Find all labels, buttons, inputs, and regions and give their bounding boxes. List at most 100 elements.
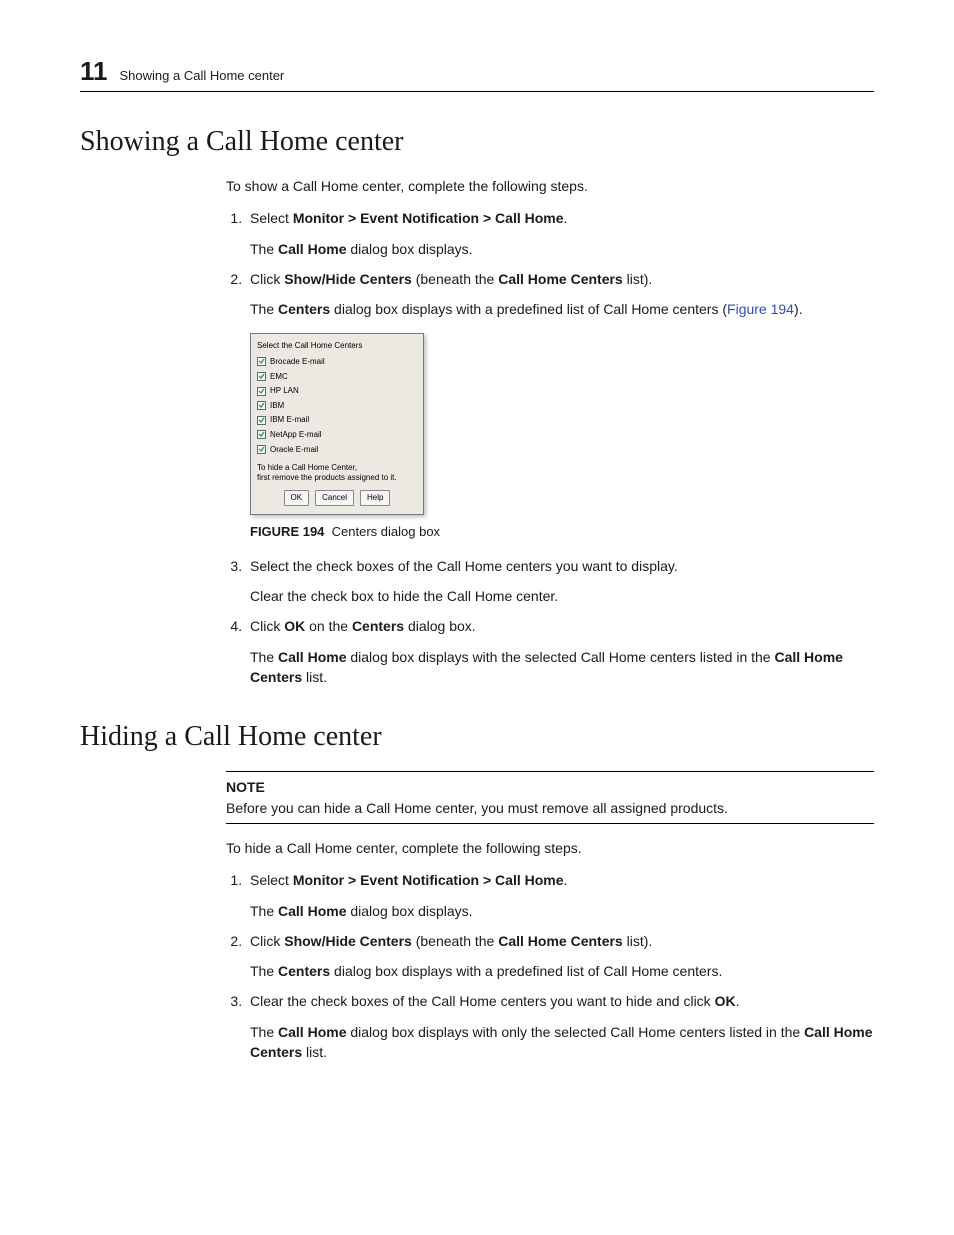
dialog-caption: Select the Call Home Centers bbox=[257, 340, 417, 352]
text: list). bbox=[623, 933, 653, 949]
help-button[interactable]: Help bbox=[360, 490, 390, 506]
checkbox-icon[interactable] bbox=[257, 357, 266, 366]
text: dialog box displays with a predefined li… bbox=[330, 301, 727, 317]
step-2: Click Show/Hide Centers (beneath the Cal… bbox=[246, 931, 874, 982]
intro: To show a Call Home center, complete the… bbox=[226, 176, 874, 196]
centers-dialog: Select the Call Home Centers Brocade E-m… bbox=[250, 333, 424, 515]
text: . bbox=[564, 872, 568, 888]
text: The bbox=[250, 903, 278, 919]
term: Call Home Centers bbox=[498, 933, 622, 949]
intro: To hide a Call Home center, complete the… bbox=[226, 838, 874, 858]
list-item: Oracle E-mail bbox=[257, 444, 417, 456]
term: Show/Hide Centers bbox=[284, 271, 412, 287]
text: dialog box displays with a predefined li… bbox=[330, 963, 722, 979]
text: . bbox=[564, 210, 568, 226]
running-title: Showing a Call Home center bbox=[120, 68, 285, 83]
term: Show/Hide Centers bbox=[284, 933, 412, 949]
step-1: Select Monitor > Event Notification > Ca… bbox=[246, 208, 874, 259]
term: OK bbox=[715, 993, 736, 1009]
list-item: IBM E-mail bbox=[257, 414, 417, 426]
checkbox-icon[interactable] bbox=[257, 445, 266, 454]
checkbox-icon[interactable] bbox=[257, 416, 266, 425]
text: Select the check boxes of the Call Home … bbox=[250, 556, 874, 576]
term: Call Home bbox=[278, 903, 346, 919]
cancel-button[interactable]: Cancel bbox=[315, 490, 354, 506]
step-1: Select Monitor > Event Notification > Ca… bbox=[246, 870, 874, 921]
note-block: NOTE Before you can hide a Call Home cen… bbox=[226, 771, 874, 824]
text: list. bbox=[302, 669, 327, 685]
checkbox-label: Brocade E-mail bbox=[270, 356, 325, 368]
text: ). bbox=[794, 301, 803, 317]
checkbox-label: NetApp E-mail bbox=[270, 429, 322, 441]
term: Call Home bbox=[278, 1024, 346, 1040]
term: Call Home Centers bbox=[498, 271, 622, 287]
checkbox-label: IBM E-mail bbox=[270, 414, 309, 426]
figure-link[interactable]: Figure 194 bbox=[727, 301, 794, 317]
checkbox-icon[interactable] bbox=[257, 372, 266, 381]
note-label: NOTE bbox=[226, 777, 874, 797]
text: first remove the products assigned to it… bbox=[257, 473, 417, 483]
text: The bbox=[250, 963, 278, 979]
text: Click bbox=[250, 933, 284, 949]
text: The bbox=[250, 649, 278, 665]
note-text: Before you can hide a Call Home center, … bbox=[226, 798, 874, 818]
text: To hide a Call Home Center, bbox=[257, 463, 417, 473]
text: Select bbox=[250, 210, 293, 226]
step-2: Click Show/Hide Centers (beneath the Cal… bbox=[246, 269, 874, 542]
step-4: Click OK on the Centers dialog box. The … bbox=[246, 616, 874, 687]
term: Call Home bbox=[278, 649, 346, 665]
checkbox-label: IBM bbox=[270, 400, 284, 412]
checkbox-icon[interactable] bbox=[257, 401, 266, 410]
text: (beneath the bbox=[412, 271, 498, 287]
text: on the bbox=[305, 618, 352, 634]
checkbox-label: Oracle E-mail bbox=[270, 444, 318, 456]
text: Clear the check boxes of the Call Home c… bbox=[250, 993, 715, 1009]
figure-title: Centers dialog box bbox=[332, 524, 440, 539]
text: dialog box. bbox=[404, 618, 476, 634]
text: list. bbox=[302, 1044, 327, 1060]
list-item: NetApp E-mail bbox=[257, 429, 417, 441]
term: Centers bbox=[278, 301, 330, 317]
text: (beneath the bbox=[412, 933, 498, 949]
text: dialog box displays. bbox=[346, 903, 472, 919]
text: Select bbox=[250, 872, 293, 888]
page: 11 Showing a Call Home center Showing a … bbox=[0, 0, 954, 1152]
list-item: Brocade E-mail bbox=[257, 356, 417, 368]
checkbox-list: Brocade E-mail EMC HP LAN IBM IBM E-mail… bbox=[257, 356, 417, 455]
section-heading: Hiding a Call Home center bbox=[80, 721, 874, 753]
checkbox-label: HP LAN bbox=[270, 385, 299, 397]
text: Clear the check box to hide the Call Hom… bbox=[250, 586, 874, 606]
list-item: HP LAN bbox=[257, 385, 417, 397]
term: Centers bbox=[278, 963, 330, 979]
list-item: EMC bbox=[257, 371, 417, 383]
text: The bbox=[250, 301, 278, 317]
steps-list: Select Monitor > Event Notification > Ca… bbox=[226, 208, 874, 687]
text: The bbox=[250, 241, 278, 257]
term: Call Home bbox=[278, 241, 346, 257]
figure: Select the Call Home Centers Brocade E-m… bbox=[250, 333, 874, 515]
text: . bbox=[736, 993, 740, 1009]
text: Click bbox=[250, 618, 284, 634]
text: Click bbox=[250, 271, 284, 287]
term: OK bbox=[284, 618, 305, 634]
figure-number: FIGURE 194 bbox=[250, 524, 324, 539]
term: Centers bbox=[352, 618, 404, 634]
step-3: Select the check boxes of the Call Home … bbox=[246, 556, 874, 607]
section-heading: Showing a Call Home center bbox=[80, 126, 874, 158]
steps-list: Select Monitor > Event Notification > Ca… bbox=[226, 870, 874, 1062]
checkbox-icon[interactable] bbox=[257, 430, 266, 439]
text: list). bbox=[623, 271, 653, 287]
ok-button[interactable]: OK bbox=[284, 490, 310, 506]
menu-path: Monitor > Event Notification > Call Home bbox=[293, 872, 564, 888]
text: dialog box displays. bbox=[346, 241, 472, 257]
dialog-note: To hide a Call Home Center, first remove… bbox=[257, 463, 417, 482]
chapter-number: 11 bbox=[80, 56, 108, 87]
text: The bbox=[250, 1024, 278, 1040]
step-3: Clear the check boxes of the Call Home c… bbox=[246, 991, 874, 1062]
running-header: 11 Showing a Call Home center bbox=[80, 56, 874, 92]
text: dialog box displays with only the select… bbox=[346, 1024, 804, 1040]
checkbox-icon[interactable] bbox=[257, 387, 266, 396]
menu-path: Monitor > Event Notification > Call Home bbox=[293, 210, 564, 226]
checkbox-label: EMC bbox=[270, 371, 288, 383]
text: dialog box displays with the selected Ca… bbox=[346, 649, 774, 665]
